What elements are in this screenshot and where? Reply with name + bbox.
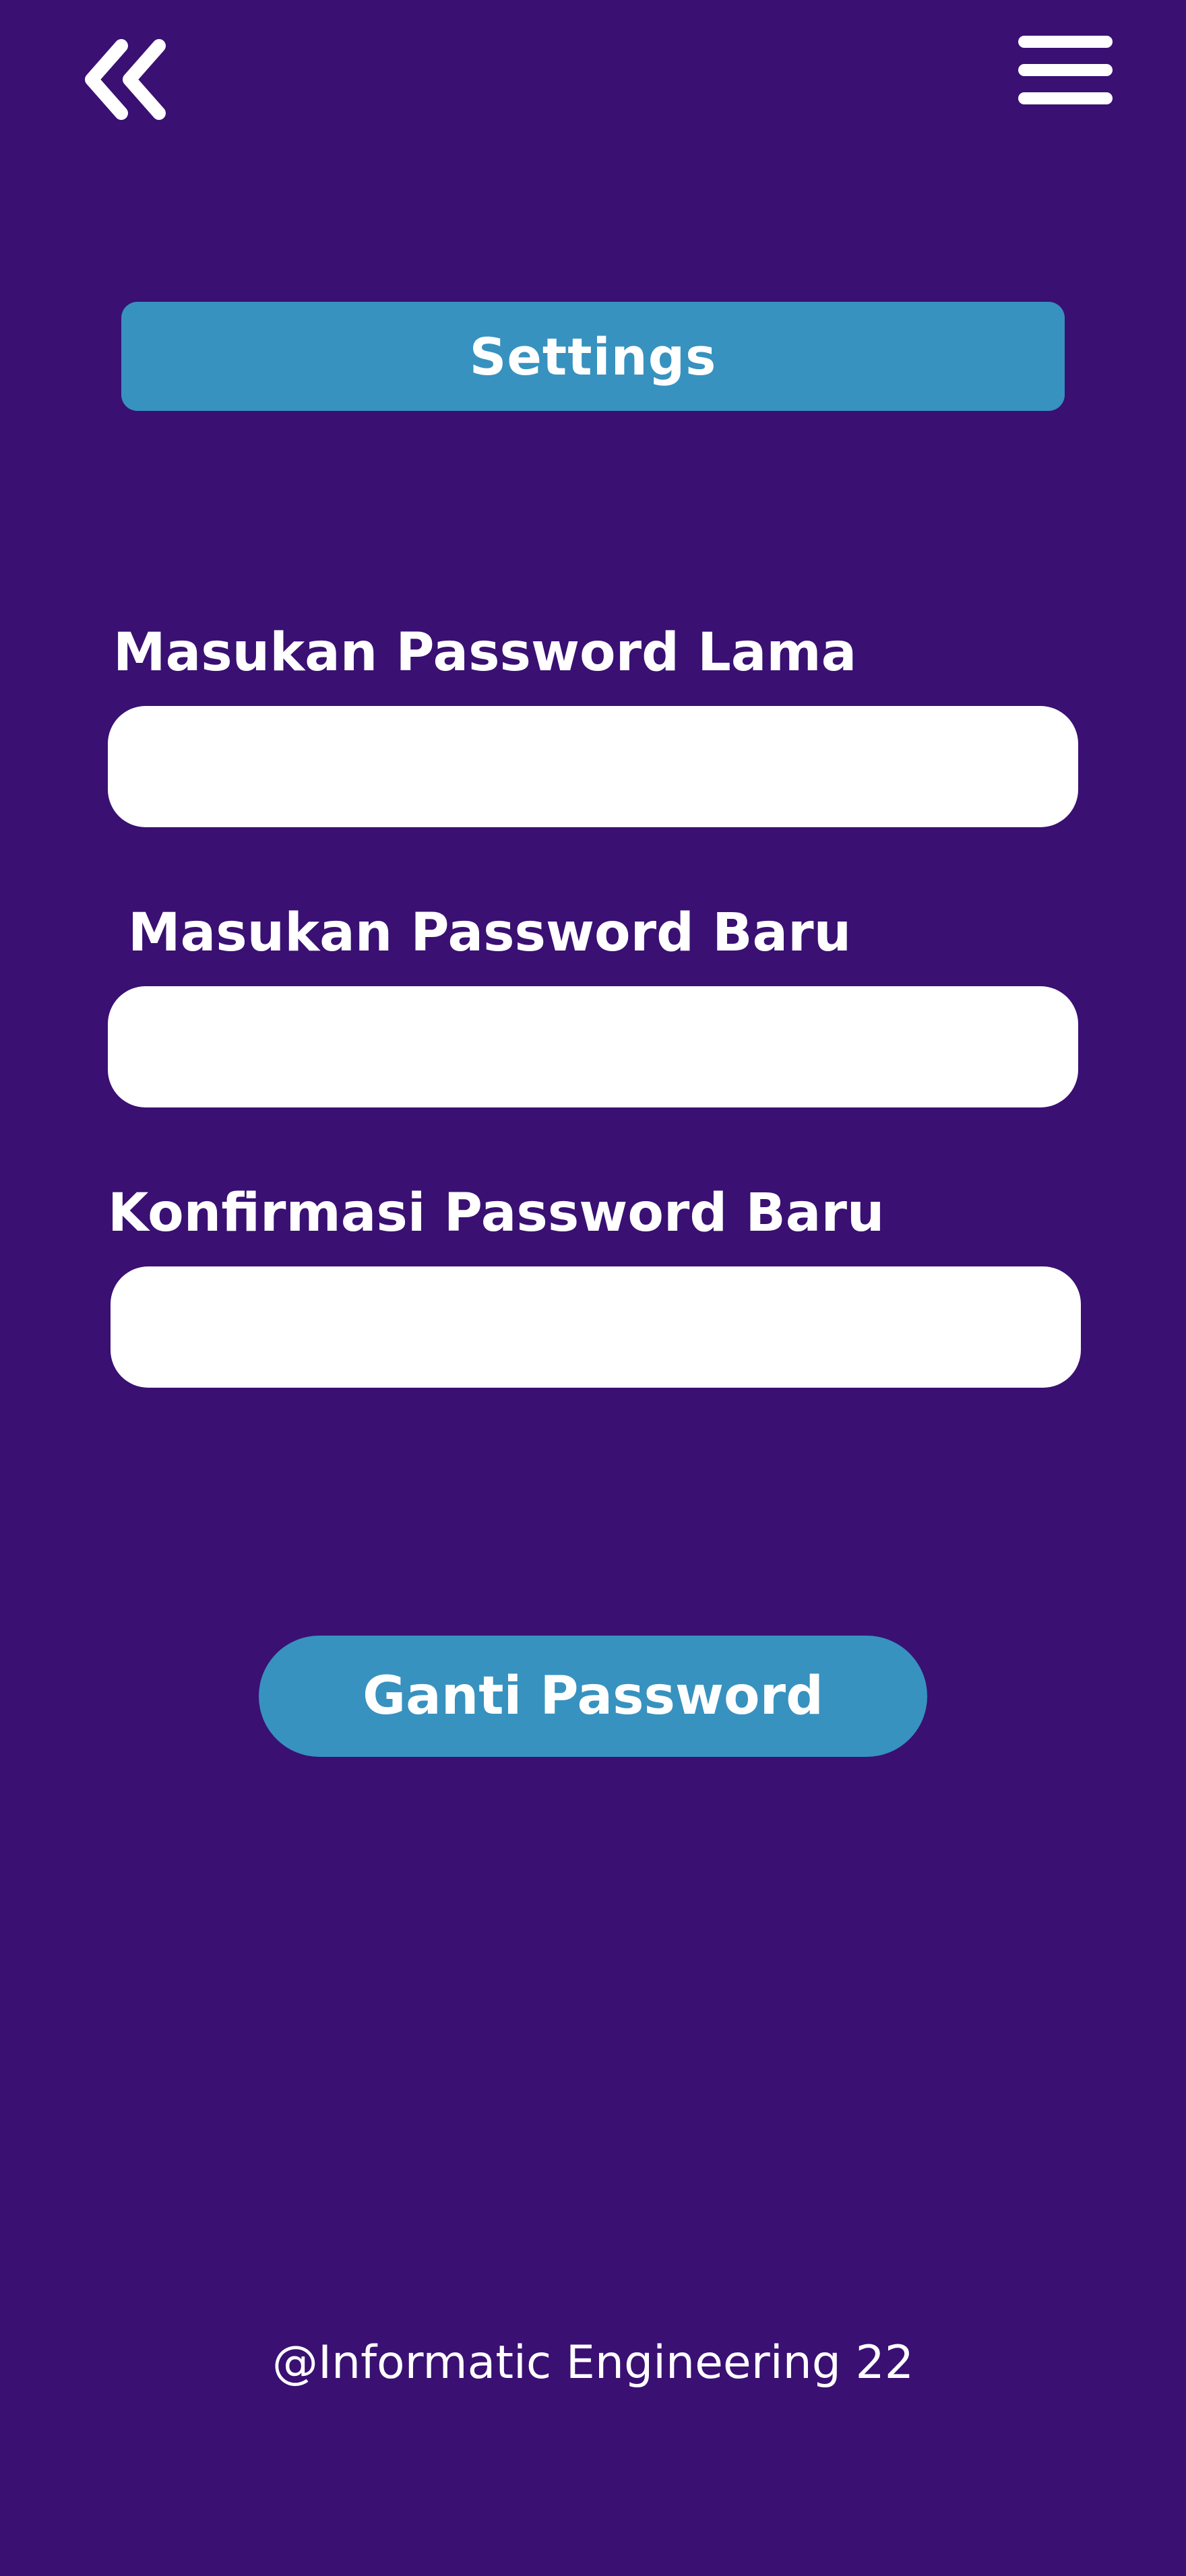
change-password-button[interactable]: Ganti Password <box>259 1636 927 1757</box>
new-password-label: Masukan Password Baru <box>128 903 852 963</box>
old-password-field[interactable] <box>108 706 1078 827</box>
confirm-password-label: Konfirmasi Password Baru <box>108 1183 885 1244</box>
page-title: Settings <box>469 326 717 387</box>
footer-credit: @Informatic Engineering 22 <box>272 2336 914 2389</box>
hamburger-menu-icon <box>1018 36 1113 104</box>
new-password-field[interactable] <box>108 986 1078 1107</box>
confirm-password-field[interactable] <box>111 1266 1081 1388</box>
page-title-banner: Settings <box>121 302 1065 411</box>
back-button[interactable] <box>80 38 174 125</box>
old-password-label: Masukan Password Lama <box>113 622 857 683</box>
double-chevron-left-icon <box>85 39 166 120</box>
menu-button[interactable] <box>1018 34 1113 108</box>
